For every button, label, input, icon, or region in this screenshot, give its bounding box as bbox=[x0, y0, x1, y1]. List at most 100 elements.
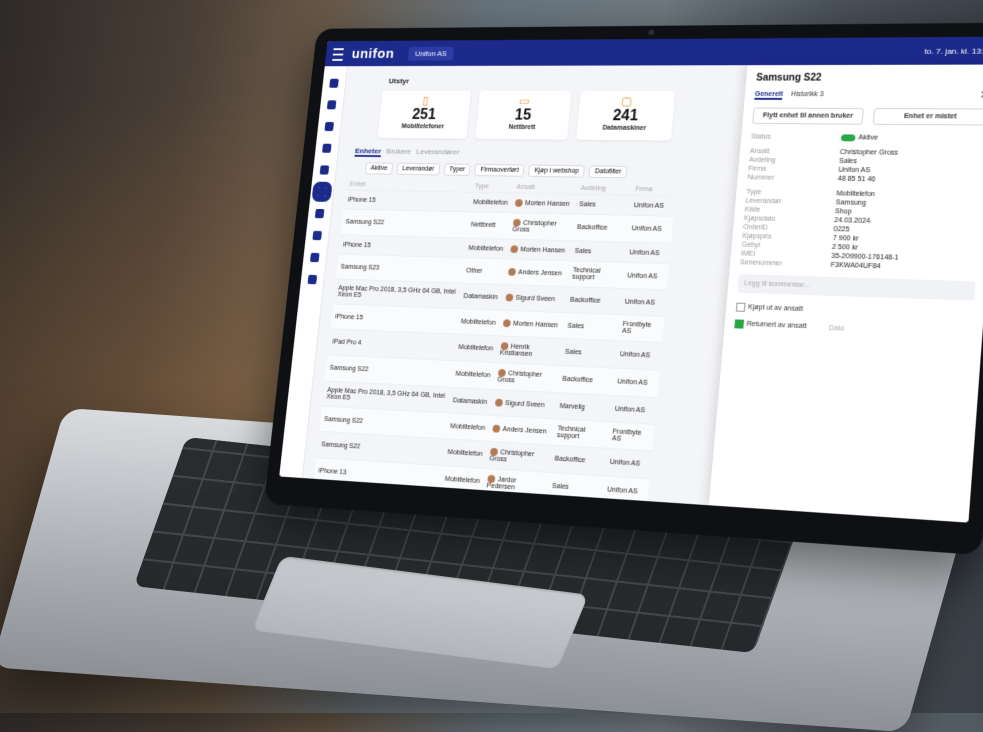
nav-tools-icon[interactable] bbox=[319, 165, 330, 175]
owner-details: Ansatt Christopher Gross Avdeling Sales Firm… bbox=[747, 148, 983, 185]
filter-typer[interactable]: Typer bbox=[443, 163, 472, 176]
cell-text: Frontbyte AS bbox=[621, 321, 652, 335]
table-cell: Mobiltelefon bbox=[468, 192, 513, 213]
nav-bag-icon[interactable] bbox=[312, 230, 322, 241]
cell-text: Samsung S22 bbox=[320, 441, 361, 451]
detail-label: Leverandør bbox=[745, 198, 782, 206]
nav-settings-icon[interactable] bbox=[307, 274, 318, 285]
avatar bbox=[505, 293, 514, 302]
table-cell: Unifon AS bbox=[626, 215, 674, 244]
cell-text: Backoffice bbox=[569, 296, 601, 305]
table-cell: Sigurd Sveen bbox=[490, 389, 558, 419]
tab-enheter[interactable]: Enheter bbox=[354, 146, 382, 158]
nav-users-icon[interactable] bbox=[324, 121, 335, 132]
cell-text: Sigurd Sveen bbox=[515, 294, 556, 303]
cell-text: Sales bbox=[564, 348, 582, 357]
cell-text: Frontbyte AS bbox=[611, 428, 642, 443]
main-content: Utstyr ▯ 251 Mobiltelefoner ▭ 15 Nettbre… bbox=[313, 73, 706, 507]
tab-leverandorer[interactable]: Leverandører bbox=[416, 147, 460, 158]
device-lost-button[interactable]: Enhet er mistet bbox=[872, 108, 983, 126]
table-cell: Nettbrett bbox=[465, 211, 511, 240]
check-label: Returnert av ansatt bbox=[746, 321, 807, 331]
returned-row[interactable]: Returnert av ansatt Dato bbox=[734, 319, 972, 338]
section-title: Utstyr bbox=[388, 76, 410, 86]
cell-text: Mobiltelefon bbox=[444, 475, 481, 486]
tab-historikk[interactable]: Historikk 3 bbox=[790, 91, 824, 100]
screen: unifon Unifon AS to. 7. jan. kl. 13:39 U… bbox=[279, 36, 983, 523]
monitor-icon: ▢ bbox=[620, 94, 633, 108]
close-icon[interactable]: ✕ bbox=[979, 88, 983, 101]
checkbox[interactable] bbox=[735, 302, 746, 313]
device-detail-panel: Samsung S22 ✕ Generelt Historikk 3 Flytt… bbox=[708, 64, 983, 523]
detail-value: Mobiltelefon bbox=[836, 190, 876, 199]
devices-table: Enhet Type Ansatt Avdeling Firma iPhone … bbox=[313, 179, 677, 507]
detail-value: F3KWA04UF84 bbox=[830, 262, 881, 271]
table-cell: Technical support bbox=[567, 260, 625, 289]
table-cell: Datamaskin bbox=[448, 387, 493, 416]
avatar bbox=[514, 199, 523, 207]
nav-dashboard-icon[interactable] bbox=[329, 78, 339, 88]
card-tablets[interactable]: ▭ 15 Nettbrett bbox=[475, 90, 572, 140]
table-cell: Unifon AS bbox=[629, 195, 676, 217]
cell-text: Sales bbox=[578, 200, 597, 208]
cell-text: Backoffice bbox=[554, 455, 586, 465]
comment-input[interactable]: Legg til kommentar... bbox=[737, 274, 976, 301]
device-details: Type Mobiltelefon Leverandør Samsung Kilde Sh… bbox=[740, 189, 982, 273]
move-device-button[interactable]: Flytt enhet til annen bruker bbox=[752, 107, 864, 125]
nav-shop-icon[interactable] bbox=[326, 100, 337, 110]
cell-text: Samsung S23 bbox=[340, 263, 380, 272]
table-cell: Sales bbox=[559, 338, 618, 369]
table-cell: Henrik Kristiansen bbox=[495, 335, 563, 366]
cell-text: Unifon AS bbox=[633, 201, 665, 210]
filter-webshop[interactable]: Kjøp i webshop bbox=[528, 164, 586, 178]
org-selector[interactable]: Unifon AS bbox=[407, 46, 455, 61]
cell-text: Mobiltelefon bbox=[472, 198, 509, 207]
cell-text: Unifon AS bbox=[619, 351, 651, 360]
detail-label: OrderID bbox=[742, 224, 769, 232]
col-firma: Firma bbox=[635, 186, 653, 194]
nav-truck-icon[interactable] bbox=[314, 208, 325, 219]
menu-icon[interactable] bbox=[332, 48, 344, 61]
cell-text: Sales bbox=[574, 247, 592, 255]
filter-firmaoverfort[interactable]: Firmaoverført bbox=[474, 163, 525, 177]
bought-out-row[interactable]: Kjøpt ut av ansatt bbox=[735, 302, 974, 320]
table-cell: Jardor Pedersen bbox=[482, 468, 550, 500]
detail-value: Unifon AS bbox=[838, 167, 871, 175]
filter-leverandor[interactable]: Leverandør bbox=[396, 162, 441, 176]
nav-shield-icon[interactable] bbox=[309, 252, 320, 263]
detail-value: 7 900 kr bbox=[832, 235, 859, 243]
cell-text: Sales bbox=[567, 322, 585, 330]
filter-date[interactable]: Datofilter bbox=[588, 165, 628, 179]
col-type: Type bbox=[474, 183, 489, 191]
table-cell: Mobiltelefon bbox=[463, 238, 508, 259]
card-computers[interactable]: ▢ 241 Datamaskiner bbox=[576, 90, 676, 141]
table-cell: Unifon AS bbox=[602, 475, 650, 507]
table-cell: Unifon AS bbox=[624, 242, 672, 264]
nav-docs-icon[interactable] bbox=[322, 143, 332, 153]
tab-brukere[interactable]: Brukere bbox=[386, 147, 412, 157]
detail-label: Ansatt bbox=[749, 148, 770, 156]
card-phones[interactable]: ▯ 251 Mobiltelefoner bbox=[377, 90, 472, 139]
table-cell: Morten Hansen bbox=[505, 239, 572, 261]
cell-text: Unifon AS bbox=[617, 378, 648, 387]
checkbox[interactable] bbox=[734, 319, 745, 329]
table-cell: Sales bbox=[546, 472, 605, 504]
card-count: 15 bbox=[514, 107, 532, 124]
detail-row: Nummer 48 85 51 46 bbox=[747, 175, 983, 186]
cell-text: Unifon AS bbox=[624, 298, 656, 307]
cell-text: Unifon AS bbox=[609, 458, 641, 468]
status-toggle[interactable] bbox=[840, 134, 856, 142]
status-value: Aktive bbox=[858, 134, 879, 142]
nav-devices-icon[interactable] bbox=[311, 181, 333, 202]
cell-text: Backoffice bbox=[562, 375, 594, 385]
tab-generelt[interactable]: Generelt bbox=[754, 91, 784, 100]
table-cell: Mobiltelefon bbox=[456, 308, 501, 336]
filter-aktive[interactable]: Aktive bbox=[364, 162, 394, 175]
detail-value: Christopher Gross bbox=[839, 149, 899, 157]
date-input[interactable]: Dato bbox=[829, 325, 845, 333]
table-cell: Backoffice bbox=[549, 445, 608, 476]
table-cell: Unifon AS bbox=[612, 368, 660, 398]
table-cell: Frontbyte AS bbox=[607, 421, 655, 451]
cell-text: Mobiltelefon bbox=[455, 370, 491, 380]
avatar bbox=[512, 218, 521, 227]
